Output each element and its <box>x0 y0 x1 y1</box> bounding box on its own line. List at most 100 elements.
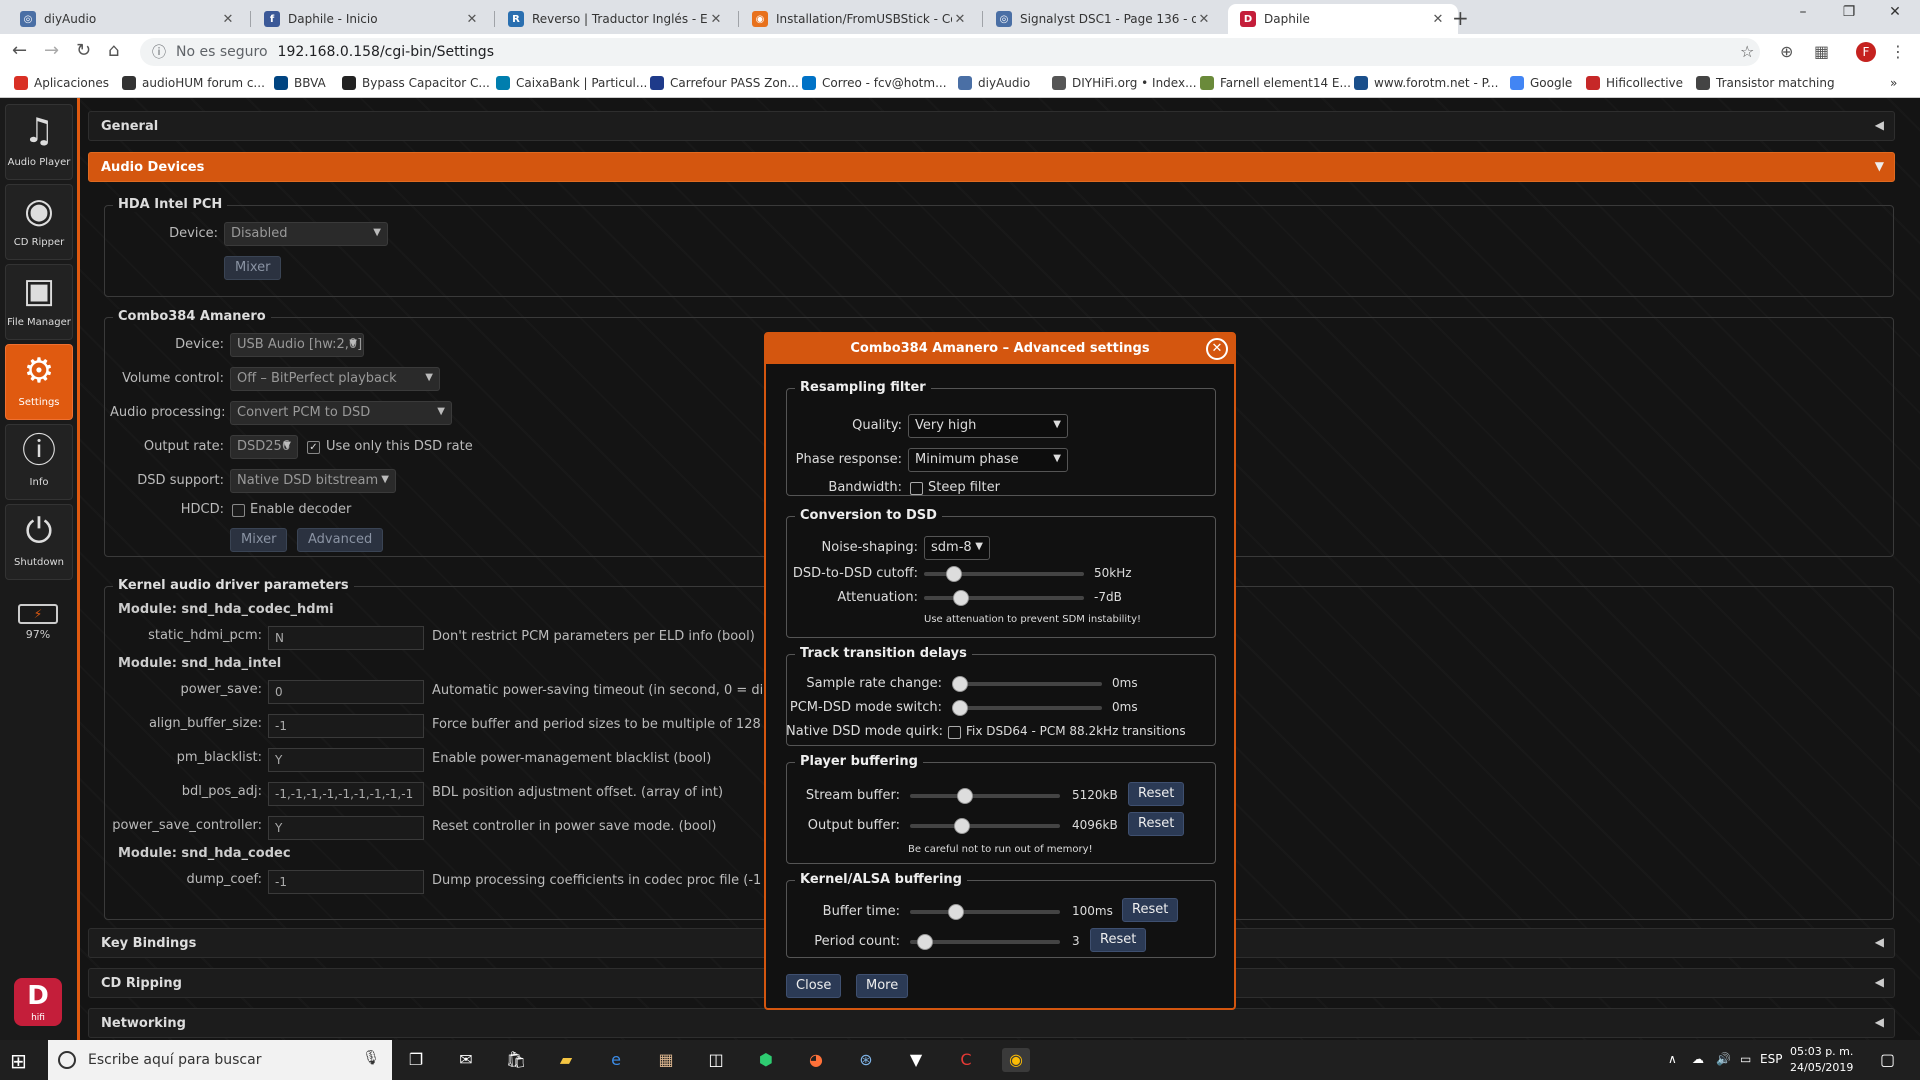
sidebar-item-info[interactable]: ⓘ Info <box>5 424 73 500</box>
stream-buffer-reset-button[interactable]: Reset <box>1128 782 1185 806</box>
dialog-more-button[interactable]: More <box>856 974 909 998</box>
rate-only-checkbox[interactable]: ✓ <box>307 441 320 454</box>
section-audio-devices[interactable]: Audio Devices ▼ <box>88 152 1895 182</box>
slider-handle[interactable] <box>957 788 973 804</box>
hdcd-checkbox[interactable] <box>232 504 245 517</box>
param-input[interactable]: Y <box>268 816 424 840</box>
cutoff-slider[interactable] <box>924 566 1084 582</box>
forward-icon[interactable]: → <box>44 40 59 61</box>
task-view-icon[interactable]: ❐ <box>402 1048 430 1072</box>
param-input[interactable]: -1 <box>268 870 424 894</box>
slider-handle[interactable] <box>952 700 968 716</box>
menu-icon[interactable]: ⋮ <box>1890 42 1906 61</box>
reload-icon[interactable]: ↻ <box>76 40 91 61</box>
section-networking[interactable]: Networking ◀ <box>88 1008 1895 1038</box>
bookmark-item[interactable]: Transistor matching <box>1696 76 1835 90</box>
volume-control-select[interactable]: Off – BitPerfect playback ▼ <box>230 367 440 391</box>
attenuation-slider[interactable] <box>924 590 1084 606</box>
bookmark-item[interactable]: Bypass Capacitor C... <box>342 76 490 90</box>
param-input[interactable]: N <box>268 626 424 650</box>
chrome-icon[interactable]: ◉ <box>1002 1048 1030 1072</box>
dsd-quirk-checkbox[interactable] <box>948 726 961 739</box>
zoom-icon[interactable]: ⊕ <box>1780 42 1793 61</box>
output-buffer-slider[interactable] <box>910 818 1060 834</box>
tray-chevron-icon[interactable]: ∧ <box>1668 1052 1677 1066</box>
steam-icon[interactable]: ⊛ <box>852 1048 880 1072</box>
new-tab-button[interactable]: + <box>1452 6 1469 30</box>
mail-icon[interactable]: ✉ <box>452 1048 480 1072</box>
address-bar[interactable]: ⓘ No es seguro 192.168.0.158/cgi-bin/Set… <box>140 38 1760 66</box>
edge-icon[interactable]: e <box>602 1048 630 1072</box>
file-explorer-icon[interactable]: ▰ <box>552 1048 580 1072</box>
close-tab-icon[interactable]: ✕ <box>1430 12 1446 27</box>
bookmarks-overflow[interactable]: » <box>1890 76 1897 90</box>
browser-tab[interactable]: ◎ Signalyst DSC1 - Page 136 - diyAu✕ <box>984 4 1224 34</box>
language-indicator[interactable]: ESP <box>1760 1052 1782 1066</box>
period-count-slider[interactable] <box>910 934 1060 950</box>
combo-advanced-button[interactable]: Advanced <box>297 528 384 552</box>
network-icon[interactable]: ▭ <box>1740 1052 1751 1066</box>
quality-select[interactable]: Very high ▼ <box>908 414 1068 438</box>
sidebar-item-shutdown[interactable]: ⏻ Shutdown <box>5 504 73 580</box>
maximize-button[interactable]: ❐ <box>1826 4 1872 20</box>
param-input[interactable]: 0 <box>268 680 424 704</box>
home-icon[interactable]: ⌂ <box>108 40 119 61</box>
slider-handle[interactable] <box>952 676 968 692</box>
browser-tab[interactable]: R Reverso | Traductor Inglés - Español✕ <box>496 4 736 34</box>
slider-handle[interactable] <box>946 566 962 582</box>
buffer-time-reset-button[interactable]: Reset <box>1122 898 1179 922</box>
minimize-button[interactable]: – <box>1780 4 1826 20</box>
period-count-reset-button[interactable]: Reset <box>1090 928 1147 952</box>
bookmark-item[interactable]: www.forotm.net - P... <box>1354 76 1498 90</box>
extension-icon[interactable]: ▦ <box>1814 42 1829 61</box>
combo-mixer-button[interactable]: Mixer <box>230 528 288 552</box>
sidebar-item-audio-player[interactable]: ♫ Audio Player <box>5 104 73 180</box>
close-tab-icon[interactable]: ✕ <box>464 12 480 27</box>
close-window-button[interactable]: ✕ <box>1872 4 1918 20</box>
close-tab-icon[interactable]: ✕ <box>952 12 968 27</box>
volume-icon[interactable]: 🔊 <box>1716 1052 1731 1066</box>
output-buffer-reset-button[interactable]: Reset <box>1128 812 1185 836</box>
bookmark-item[interactable]: BBVA <box>274 76 326 90</box>
browser-tab[interactable]: ◎ diyAudio ✕ <box>8 4 248 34</box>
hda-device-select[interactable]: Disabled ▼ <box>224 222 388 246</box>
onedrive-icon[interactable]: ☁ <box>1692 1052 1704 1066</box>
close-tab-icon[interactable]: ✕ <box>220 12 236 27</box>
bookmark-item[interactable]: Google <box>1510 76 1572 90</box>
close-icon[interactable]: ✕ <box>1206 338 1228 360</box>
notification-icon[interactable]: ▢ <box>1880 1050 1895 1069</box>
sidebar-item-cd-ripper[interactable]: ◉ CD Ripper <box>5 184 73 260</box>
bookmark-item[interactable]: diyAudio <box>958 76 1030 90</box>
mode-switch-slider[interactable] <box>952 700 1102 716</box>
sidebar-item-settings[interactable]: ⚙ Settings <box>5 344 73 420</box>
stream-buffer-slider[interactable] <box>910 788 1060 804</box>
microphone-icon[interactable]: 🎙 <box>362 1050 380 1066</box>
firefox-icon[interactable]: ◕ <box>802 1048 830 1072</box>
bookmark-star-icon[interactable]: ☆ <box>1740 42 1754 61</box>
bookmark-item[interactable]: Carrefour PASS Zon... <box>650 76 799 90</box>
audio-processing-select[interactable]: Convert PCM to DSD ▼ <box>230 401 452 425</box>
profile-avatar[interactable]: F <box>1856 42 1876 62</box>
browser-tab[interactable]: D Daphile ✕ <box>1228 4 1458 34</box>
slider-handle[interactable] <box>953 590 969 606</box>
store-icon[interactable]: 🛍 <box>502 1048 530 1072</box>
taskbar-search[interactable]: Escribe aquí para buscar 🎙 <box>48 1040 392 1080</box>
slider-handle[interactable] <box>954 818 970 834</box>
back-icon[interactable]: ← <box>12 40 27 61</box>
hda-mixer-button[interactable]: Mixer <box>224 256 282 280</box>
speaker-app-icon[interactable]: ◫ <box>702 1048 730 1072</box>
noise-shaping-select[interactable]: sdm-8 ▼ <box>924 536 990 560</box>
bookmark-item[interactable]: Hificollective <box>1586 76 1683 90</box>
sample-rate-change-slider[interactable] <box>952 676 1102 692</box>
red-app-icon[interactable]: C <box>952 1048 980 1072</box>
close-tab-icon[interactable]: ✕ <box>1196 12 1212 27</box>
url-text[interactable]: 192.168.0.158/cgi-bin/Settings <box>278 44 494 60</box>
bookmark-item[interactable]: Farnell element14 E... <box>1200 76 1351 90</box>
bookmark-item[interactable]: CaixaBank | Particul... <box>496 76 647 90</box>
bookmark-item[interactable]: audioHUM forum c... <box>122 76 265 90</box>
dialog-close-button[interactable]: Close <box>786 974 842 998</box>
windows-start-icon[interactable]: ⊞ <box>10 1049 27 1073</box>
steep-filter-checkbox[interactable] <box>910 482 923 495</box>
slider-handle[interactable] <box>917 934 933 950</box>
buffer-time-slider[interactable] <box>910 904 1060 920</box>
